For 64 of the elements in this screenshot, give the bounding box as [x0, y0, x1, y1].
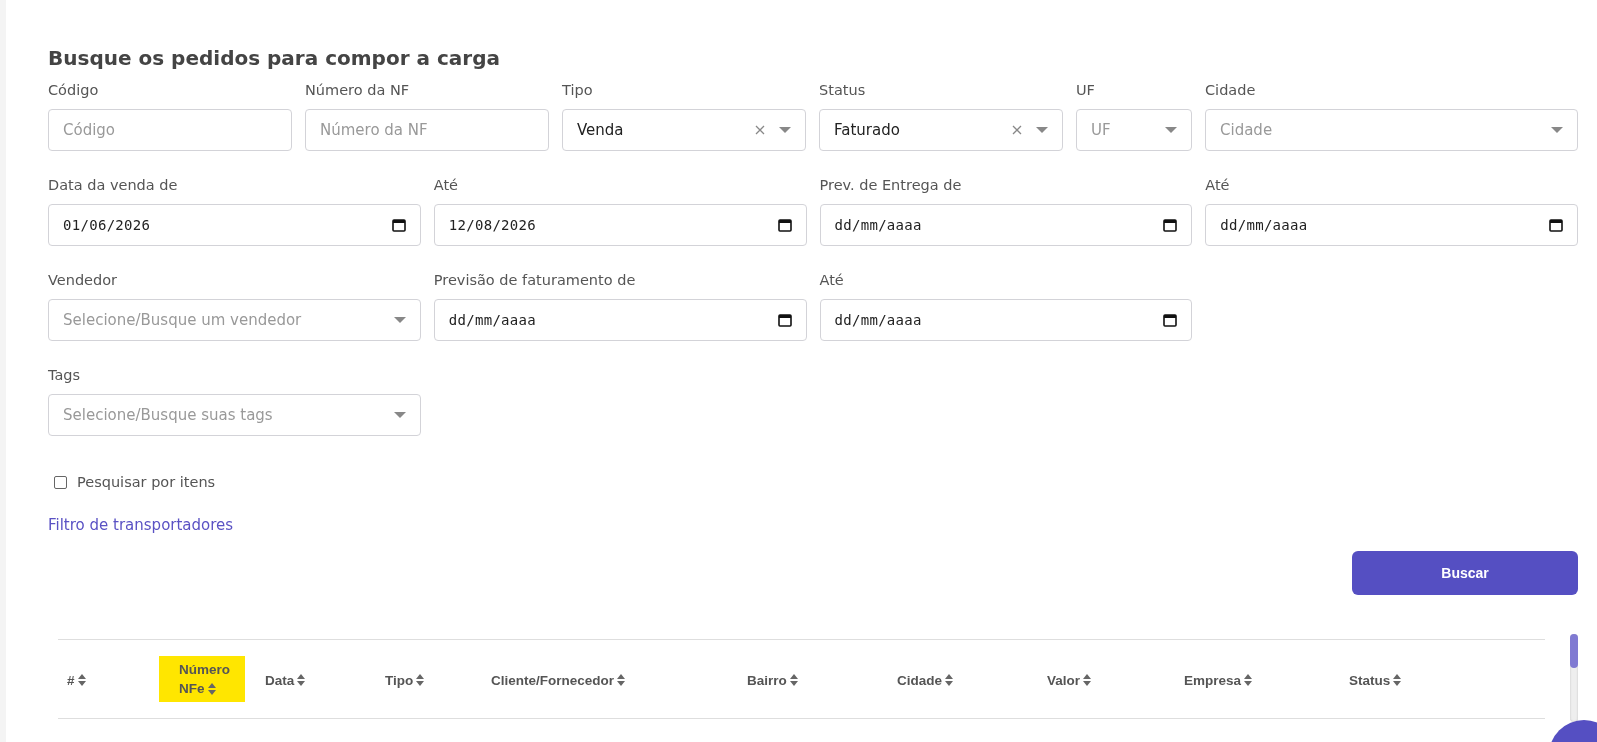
sort-icon[interactable]	[297, 674, 306, 686]
column-header[interactable]: Número NFe	[159, 656, 245, 702]
section-title: Busque os pedidos para compor a carga	[48, 45, 501, 72]
calendar-icon[interactable]	[777, 218, 792, 232]
field-label: Previsão de faturamento de	[433, 272, 637, 290]
column-header[interactable]: Tipo	[385, 672, 425, 688]
field-label: Código	[48, 82, 100, 100]
field-label: Cidade	[1205, 82, 1257, 100]
clear-icon[interactable]	[755, 125, 765, 135]
field-label: Status	[819, 82, 867, 100]
scrollbar[interactable]	[1570, 634, 1578, 722]
sort-icon[interactable]	[77, 674, 86, 686]
caret-icon	[779, 127, 791, 133]
date-field[interactable]: dd/mm/aaaa	[433, 299, 807, 341]
sort-icon[interactable]	[1244, 674, 1253, 686]
column-header[interactable]: #	[67, 672, 86, 688]
field-label: Até	[819, 272, 845, 290]
carrier-filter-link[interactable]: Filtro de transportadores	[48, 516, 234, 534]
input-field[interactable]: Código	[48, 109, 292, 151]
date-field[interactable]: 01/06/2026	[48, 204, 421, 246]
caret-icon	[1551, 127, 1563, 133]
select-field[interactable]: Venda	[562, 109, 806, 151]
field-label: Até	[1205, 177, 1231, 195]
calendar-icon[interactable]	[1549, 218, 1563, 232]
column-header[interactable]: Valor	[1047, 672, 1092, 688]
sort-icon[interactable]	[207, 683, 216, 696]
column-header[interactable]: Cidade	[897, 672, 953, 688]
sort-icon[interactable]	[945, 674, 953, 686]
field-label: Tipo	[562, 82, 594, 100]
caret-icon	[393, 317, 406, 323]
field-label: Prev. de Entrega de	[819, 177, 963, 195]
column-header[interactable]: Bairro	[747, 672, 798, 688]
sort-icon[interactable]	[789, 674, 798, 686]
field-label: Tags	[48, 367, 82, 385]
clear-icon[interactable]	[1012, 125, 1022, 135]
calendar-icon[interactable]	[1163, 218, 1178, 232]
sort-icon[interactable]	[416, 674, 425, 686]
field-label: Data da venda de	[48, 177, 179, 195]
column-header[interactable]: Status	[1349, 672, 1402, 688]
column-header[interactable]: Empresa	[1184, 672, 1253, 688]
caret-icon	[1165, 127, 1177, 133]
date-field[interactable]: dd/mm/aaaa	[819, 299, 1193, 341]
field-label: Até	[433, 177, 460, 195]
field-label: Número da NF	[305, 82, 411, 100]
date-field[interactable]: dd/mm/aaaa	[1205, 204, 1578, 246]
checkbox-label: Pesquisar por itens	[77, 474, 216, 490]
date-field[interactable]: dd/mm/aaaa	[819, 204, 1193, 246]
sort-icon[interactable]	[617, 674, 626, 686]
column-header[interactable]: Cliente/Fornecedor	[491, 672, 626, 688]
caret-icon	[1036, 127, 1048, 133]
sort-icon[interactable]	[1393, 674, 1402, 686]
select-field[interactable]: Faturado	[819, 109, 1063, 151]
input-field[interactable]: Número da NF	[305, 109, 549, 151]
field-label: UF	[1076, 82, 1096, 100]
calendar-icon[interactable]	[777, 313, 792, 327]
caret-icon	[393, 412, 406, 418]
column-header[interactable]: Data	[265, 672, 306, 688]
calendar-icon[interactable]	[1163, 313, 1178, 327]
search-button[interactable]: Buscar	[1352, 551, 1578, 595]
sort-icon[interactable]	[1083, 674, 1092, 686]
checkbox[interactable]	[54, 475, 67, 489]
calendar-icon[interactable]	[391, 218, 406, 232]
field-label: Vendedor	[48, 272, 119, 290]
date-field[interactable]: 12/08/2026	[433, 204, 807, 246]
